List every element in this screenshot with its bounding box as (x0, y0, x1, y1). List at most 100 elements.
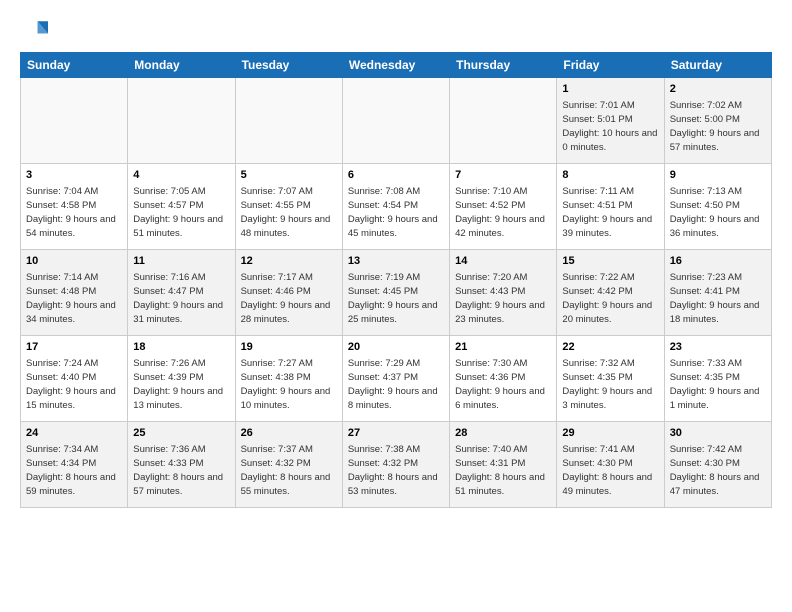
day-number: 2 (670, 82, 766, 97)
calendar-cell: 29 Sunrise: 7:41 AM Sunset: 4:30 PM Dayli… (557, 422, 664, 508)
calendar-cell: 17 Sunrise: 7:24 AM Sunset: 4:40 PM Dayli… (21, 336, 128, 422)
weekday-header-thursday: Thursday (450, 53, 557, 78)
day-info: Sunrise: 7:32 AM Sunset: 4:35 PM Dayligh… (562, 357, 658, 412)
day-info: Sunrise: 7:40 AM Sunset: 4:31 PM Dayligh… (455, 443, 551, 498)
day-number: 5 (241, 168, 337, 183)
weekday-header-monday: Monday (128, 53, 235, 78)
calendar-week-0: 1Sunrise: 7:01 AM Sunset: 5:01 PM Daylig… (21, 78, 772, 164)
calendar-header: SundayMondayTuesdayWednesdayThursdayFrid… (21, 53, 772, 78)
day-number: 7 (455, 168, 551, 183)
day-number: 29 (562, 426, 658, 441)
calendar-cell: 7Sunrise: 7:10 AM Sunset: 4:52 PM Daylig… (450, 164, 557, 250)
day-info: Sunrise: 7:08 AM Sunset: 4:54 PM Dayligh… (348, 185, 444, 240)
header (20, 16, 772, 44)
calendar-cell: 2 Sunrise: 7:02 AM Sunset: 5:00 PM Daylig… (664, 78, 771, 164)
day-number: 27 (348, 426, 444, 441)
day-number: 30 (670, 426, 766, 441)
day-info: Sunrise: 7:13 AM Sunset: 4:50 PM Dayligh… (670, 185, 766, 240)
day-number: 1 (562, 82, 658, 97)
calendar-week-2: 10 Sunrise: 7:14 AM Sunset: 4:48 PM Dayli… (21, 250, 772, 336)
day-number: 20 (348, 340, 444, 355)
day-number: 17 (26, 340, 122, 355)
calendar-cell: 23 Sunrise: 7:33 AM Sunset: 4:35 PM Dayli… (664, 336, 771, 422)
weekday-header-tuesday: Tuesday (235, 53, 342, 78)
calendar-cell: 5Sunrise: 7:07 AM Sunset: 4:55 PM Daylig… (235, 164, 342, 250)
day-number: 28 (455, 426, 551, 441)
calendar-cell: 30 Sunrise: 7:42 AM Sunset: 4:30 PM Dayli… (664, 422, 771, 508)
day-info: Sunrise: 7:26 AM Sunset: 4:39 PM Dayligh… (133, 357, 229, 412)
weekday-header-saturday: Saturday (664, 53, 771, 78)
day-number: 11 (133, 254, 229, 269)
day-info: Sunrise: 7:22 AM Sunset: 4:42 PM Dayligh… (562, 271, 658, 326)
calendar-cell: 25Sunrise: 7:36 AM Sunset: 4:33 PM Dayli… (128, 422, 235, 508)
day-info: Sunrise: 7:41 AM Sunset: 4:30 PM Dayligh… (562, 443, 658, 498)
weekday-header-sunday: Sunday (21, 53, 128, 78)
calendar-cell: 20 Sunrise: 7:29 AM Sunset: 4:37 PM Dayli… (342, 336, 449, 422)
day-number: 18 (133, 340, 229, 355)
calendar-cell: 1Sunrise: 7:01 AM Sunset: 5:01 PM Daylig… (557, 78, 664, 164)
calendar-cell (450, 78, 557, 164)
calendar-cell: 18 Sunrise: 7:26 AM Sunset: 4:39 PM Dayli… (128, 336, 235, 422)
weekday-header-friday: Friday (557, 53, 664, 78)
calendar-cell: 19 Sunrise: 7:27 AM Sunset: 4:38 PM Dayli… (235, 336, 342, 422)
calendar-cell: 27 Sunrise: 7:38 AM Sunset: 4:32 PM Dayli… (342, 422, 449, 508)
calendar-cell: 3 Sunrise: 7:04 AM Sunset: 4:58 PM Daylig… (21, 164, 128, 250)
calendar-week-4: 24 Sunrise: 7:34 AM Sunset: 4:34 PM Dayli… (21, 422, 772, 508)
day-info: Sunrise: 7:29 AM Sunset: 4:37 PM Dayligh… (348, 357, 444, 412)
calendar-cell: 16Sunrise: 7:23 AM Sunset: 4:41 PM Dayli… (664, 250, 771, 336)
calendar-cell: 24 Sunrise: 7:34 AM Sunset: 4:34 PM Dayli… (21, 422, 128, 508)
calendar-cell: 12 Sunrise: 7:17 AM Sunset: 4:46 PM Dayli… (235, 250, 342, 336)
weekday-header-row: SundayMondayTuesdayWednesdayThursdayFrid… (21, 53, 772, 78)
day-info: Sunrise: 7:34 AM Sunset: 4:34 PM Dayligh… (26, 443, 122, 498)
calendar-table: SundayMondayTuesdayWednesdayThursdayFrid… (20, 52, 772, 508)
day-number: 4 (133, 168, 229, 183)
day-number: 8 (562, 168, 658, 183)
calendar-cell: 4 Sunrise: 7:05 AM Sunset: 4:57 PM Daylig… (128, 164, 235, 250)
day-info: Sunrise: 7:14 AM Sunset: 4:48 PM Dayligh… (26, 271, 122, 326)
day-info: Sunrise: 7:30 AM Sunset: 4:36 PM Dayligh… (455, 357, 551, 412)
day-number: 10 (26, 254, 122, 269)
calendar-week-1: 3 Sunrise: 7:04 AM Sunset: 4:58 PM Daylig… (21, 164, 772, 250)
day-number: 23 (670, 340, 766, 355)
calendar-cell: 28 Sunrise: 7:40 AM Sunset: 4:31 PM Dayli… (450, 422, 557, 508)
calendar-cell: 6Sunrise: 7:08 AM Sunset: 4:54 PM Daylig… (342, 164, 449, 250)
day-number: 16 (670, 254, 766, 269)
day-number: 15 (562, 254, 658, 269)
day-info: Sunrise: 7:38 AM Sunset: 4:32 PM Dayligh… (348, 443, 444, 498)
day-info: Sunrise: 7:27 AM Sunset: 4:38 PM Dayligh… (241, 357, 337, 412)
day-number: 14 (455, 254, 551, 269)
day-number: 3 (26, 168, 122, 183)
calendar-cell: 9 Sunrise: 7:13 AM Sunset: 4:50 PM Daylig… (664, 164, 771, 250)
calendar-cell: 8 Sunrise: 7:11 AM Sunset: 4:51 PM Daylig… (557, 164, 664, 250)
day-info: Sunrise: 7:02 AM Sunset: 5:00 PM Dayligh… (670, 99, 766, 154)
calendar-cell (342, 78, 449, 164)
calendar-body: 1Sunrise: 7:01 AM Sunset: 5:01 PM Daylig… (21, 78, 772, 508)
calendar-cell: 15 Sunrise: 7:22 AM Sunset: 4:42 PM Dayli… (557, 250, 664, 336)
page: SundayMondayTuesdayWednesdayThursdayFrid… (0, 0, 792, 612)
day-info: Sunrise: 7:11 AM Sunset: 4:51 PM Dayligh… (562, 185, 658, 240)
day-number: 19 (241, 340, 337, 355)
calendar-cell: 22Sunrise: 7:32 AM Sunset: 4:35 PM Dayli… (557, 336, 664, 422)
day-number: 26 (241, 426, 337, 441)
day-info: Sunrise: 7:05 AM Sunset: 4:57 PM Dayligh… (133, 185, 229, 240)
day-number: 21 (455, 340, 551, 355)
day-number: 9 (670, 168, 766, 183)
day-info: Sunrise: 7:19 AM Sunset: 4:45 PM Dayligh… (348, 271, 444, 326)
day-info: Sunrise: 7:36 AM Sunset: 4:33 PM Dayligh… (133, 443, 229, 498)
calendar-cell: 11Sunrise: 7:16 AM Sunset: 4:47 PM Dayli… (128, 250, 235, 336)
day-number: 12 (241, 254, 337, 269)
weekday-header-wednesday: Wednesday (342, 53, 449, 78)
calendar-cell: 10 Sunrise: 7:14 AM Sunset: 4:48 PM Dayli… (21, 250, 128, 336)
day-info: Sunrise: 7:04 AM Sunset: 4:58 PM Dayligh… (26, 185, 122, 240)
day-number: 24 (26, 426, 122, 441)
calendar-cell (128, 78, 235, 164)
day-info: Sunrise: 7:33 AM Sunset: 4:35 PM Dayligh… (670, 357, 766, 412)
day-info: Sunrise: 7:37 AM Sunset: 4:32 PM Dayligh… (241, 443, 337, 498)
calendar-cell: 21 Sunrise: 7:30 AM Sunset: 4:36 PM Dayli… (450, 336, 557, 422)
calendar-cell (21, 78, 128, 164)
day-info: Sunrise: 7:17 AM Sunset: 4:46 PM Dayligh… (241, 271, 337, 326)
calendar-cell: 26 Sunrise: 7:37 AM Sunset: 4:32 PM Dayli… (235, 422, 342, 508)
day-info: Sunrise: 7:24 AM Sunset: 4:40 PM Dayligh… (26, 357, 122, 412)
day-info: Sunrise: 7:42 AM Sunset: 4:30 PM Dayligh… (670, 443, 766, 498)
calendar-week-3: 17 Sunrise: 7:24 AM Sunset: 4:40 PM Dayli… (21, 336, 772, 422)
